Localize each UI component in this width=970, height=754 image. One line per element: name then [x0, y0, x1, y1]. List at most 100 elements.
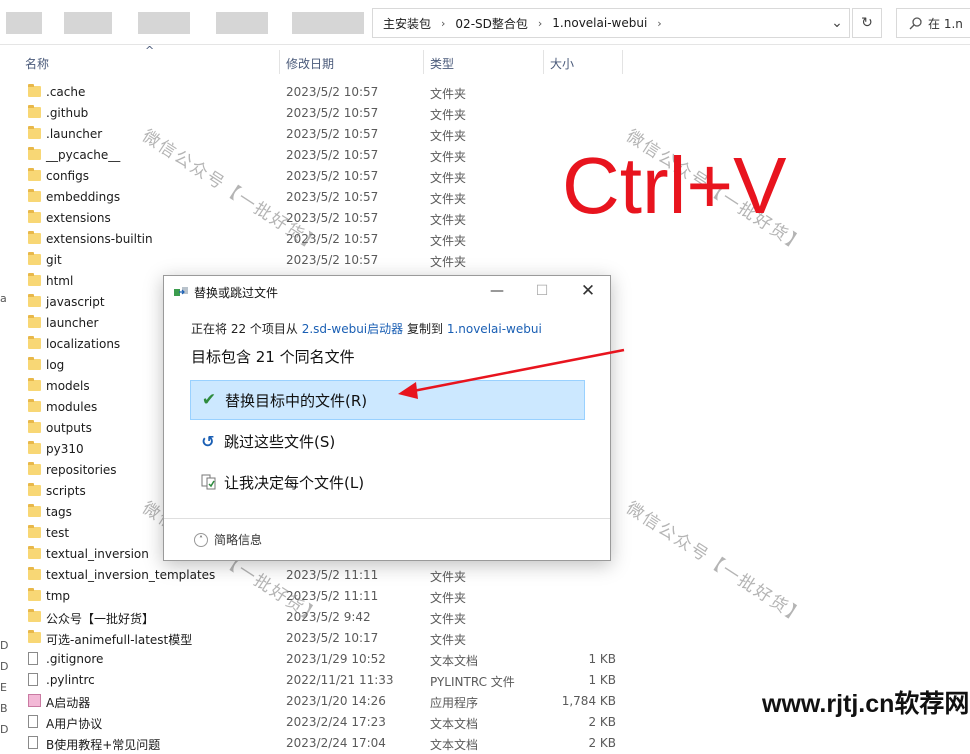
fewer-details-label: 简略信息 [214, 533, 263, 547]
file-name: localizations [46, 337, 121, 351]
file-row[interactable]: textual_inversion_templates 2023/5/2 11:1… [0, 565, 640, 586]
file-modified: 2023/2/24 17:23 [286, 715, 386, 729]
file-type: 文件夹 [430, 213, 467, 227]
folder-icon [28, 483, 41, 496]
file-name: .launcher [46, 127, 103, 141]
skip-icon: ↺ [201, 431, 215, 451]
file-row[interactable]: .github 2023/5/2 10:57 文件夹 [0, 103, 640, 124]
fewer-details-toggle[interactable]: ˄ 简略信息 [194, 531, 262, 548]
column-divider[interactable] [622, 50, 623, 74]
column-header-row: 名称 ^ 修改日期 类型 大小 [0, 44, 970, 76]
column-divider[interactable] [279, 50, 280, 74]
file-name: .pylintrc [46, 673, 95, 687]
text-file-icon [28, 652, 38, 666]
history-dropdown-button[interactable]: ⌄ [822, 8, 852, 38]
folder-icon [28, 420, 41, 433]
file-modified: 2023/5/2 10:57 [286, 148, 379, 162]
file-row[interactable]: .gitignore 2023/1/29 10:52 文本文档 1 KB [0, 649, 640, 670]
column-header-size[interactable]: 大小 [550, 55, 574, 72]
chevron-right-icon[interactable]: › [435, 17, 451, 30]
column-divider[interactable] [543, 50, 544, 74]
decide-each-file-option[interactable]: 让我决定每个文件(L) [190, 462, 585, 502]
address-toolbar: 主安装包 › 02-SD整合包 › 1.novelai-webui › ⌄ ↻ … [0, 0, 970, 45]
file-icon [28, 673, 38, 687]
dialog-title: 替换或跳过文件 [194, 286, 279, 300]
file-row[interactable]: __pycache__ 2023/5/2 10:57 文件夹 [0, 145, 640, 166]
breadcrumb[interactable]: 主安装包 › 02-SD整合包 › 1.novelai-webui › [372, 8, 850, 38]
file-modified: 2023/5/2 10:57 [286, 85, 379, 99]
replace-files-option[interactable]: ✔ 替换目标中的文件(R) [190, 380, 585, 420]
file-row[interactable]: .pylintrc 2022/11/21 11:33 PYLINTRC 文件 1 KB [0, 670, 640, 691]
file-row[interactable]: A用户协议 2023/2/24 17:23 文本文档 2 KB [0, 712, 640, 733]
decide-each-file-label: 让我决定每个文件(L) [224, 473, 365, 492]
file-transfer-icon [174, 287, 188, 296]
file-row[interactable]: .launcher 2023/5/2 10:57 文件夹 [0, 124, 640, 145]
folder-icon [28, 630, 41, 643]
file-row[interactable]: configs 2023/5/2 10:57 文件夹 [0, 166, 640, 187]
column-divider[interactable] [423, 50, 424, 74]
destination-folder-link[interactable]: 1.novelai-webui [447, 322, 542, 336]
search-box[interactable]: 在 1.n [896, 8, 970, 38]
file-row[interactable]: extensions 2023/5/2 10:57 文件夹 [0, 208, 640, 229]
folder-icon [28, 105, 41, 118]
file-modified: 2023/1/20 14:26 [286, 694, 386, 708]
file-type: 文本文档 [430, 717, 479, 731]
folder-icon [28, 189, 41, 202]
column-header-type[interactable]: 类型 [430, 55, 454, 72]
app-icon [28, 694, 41, 708]
file-name: tmp [46, 589, 71, 603]
file-type: 应用程序 [430, 696, 479, 710]
skip-files-option[interactable]: ↺ 跳过这些文件(S) [190, 421, 585, 461]
chevron-right-icon[interactable]: › [651, 17, 667, 30]
column-header-modified[interactable]: 修改日期 [286, 55, 334, 72]
chevron-up-icon: ˄ [194, 532, 208, 547]
file-modified: 2023/5/2 10:57 [286, 169, 379, 183]
refresh-button[interactable]: ↻ [852, 8, 882, 38]
file-row[interactable]: A启动器 2023/1/20 14:26 应用程序 1,784 KB [0, 691, 640, 712]
folder-icon [28, 294, 41, 307]
file-name: py310 [46, 442, 84, 456]
file-name: configs [46, 169, 89, 183]
folder-icon [28, 84, 41, 97]
folder-icon [28, 378, 41, 391]
file-type: 文件夹 [430, 570, 467, 584]
folder-icon [28, 546, 41, 559]
file-type: 文件夹 [430, 612, 467, 626]
blurred-region [64, 12, 112, 34]
column-header-name[interactable]: 名称 [25, 55, 49, 72]
refresh-icon: ↻ [861, 15, 873, 31]
file-name: .cache [46, 85, 86, 99]
file-name: textual_inversion_templates [46, 568, 216, 582]
breadcrumb-item[interactable]: 主安装包 [379, 15, 435, 32]
breadcrumb-item[interactable]: 02-SD整合包 [451, 15, 531, 32]
file-name: tags [46, 505, 72, 519]
folder-icon [28, 357, 41, 370]
file-name: .github [46, 106, 89, 120]
replace-or-skip-dialog: 替换或跳过文件 — ☐ ✕ 正在将 22 个项目从 2.sd-webui启动器 … [163, 275, 611, 561]
file-row[interactable]: 可选-animefull-latest模型 2023/5/2 10:17 文件夹 [0, 628, 640, 649]
file-type: 文件夹 [430, 255, 467, 269]
file-row[interactable]: B使用教程+常见问题 2023/2/24 17:04 文本文档 2 KB [0, 733, 640, 754]
close-button[interactable]: ✕ [577, 280, 599, 302]
file-name: scripts [46, 484, 86, 498]
folder-icon [28, 147, 41, 160]
file-name: test [46, 526, 70, 540]
breadcrumb-item[interactable]: 1.novelai-webui [548, 16, 651, 30]
source-folder-link[interactable]: 2.sd-webui启动器 [302, 322, 403, 336]
file-row[interactable]: git 2023/5/2 10:57 文件夹 [0, 250, 640, 271]
watermark-text: 微信公众号【一批好货】 [622, 498, 809, 629]
file-row[interactable]: embeddings 2023/5/2 10:57 文件夹 [0, 187, 640, 208]
hotkey-annotation: Ctrl+V [562, 141, 787, 230]
file-name: log [46, 358, 65, 372]
folder-icon [28, 273, 41, 286]
file-name: extensions-builtin [46, 232, 153, 246]
file-size: 1 KB [588, 652, 616, 666]
chevron-right-icon[interactable]: › [532, 17, 548, 30]
file-type: 文件夹 [430, 633, 467, 647]
maximize-button: ☐ [535, 283, 549, 299]
compare-files-icon [200, 474, 216, 490]
minimize-button[interactable]: — [486, 280, 508, 302]
file-modified: 2023/5/2 10:57 [286, 127, 379, 141]
file-name: 公众号【一批好货】 [46, 612, 155, 626]
file-row[interactable]: .cache 2023/5/2 10:57 文件夹 [0, 82, 640, 103]
